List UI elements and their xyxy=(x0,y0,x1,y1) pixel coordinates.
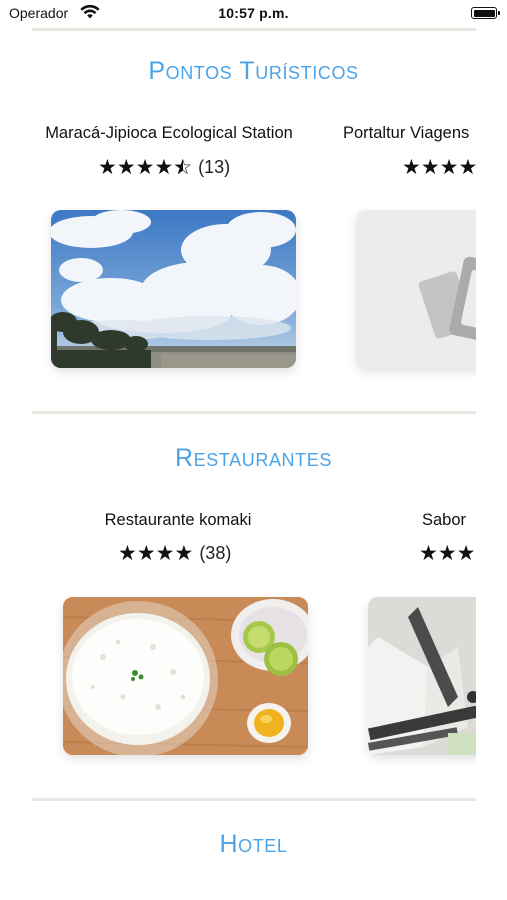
card-title: Restaurante komaki xyxy=(104,511,252,529)
card-title: Portaltur Viagens xyxy=(343,124,470,142)
section-divider xyxy=(32,28,476,31)
rating-count: (38) xyxy=(199,543,232,563)
card-rating: ★★★★ (38) xyxy=(118,541,231,566)
section-title-hotel: Hotel xyxy=(219,830,288,858)
photo-placeholder[interactable] xyxy=(356,210,476,368)
card-title: Sabor xyxy=(422,511,467,529)
card-rating: ★★★★ xyxy=(402,155,476,180)
section-divider xyxy=(32,798,476,801)
card-rating: ★★★ xyxy=(419,541,475,566)
sky-landscape-image xyxy=(51,210,296,368)
status-time: 10:57 p.m. xyxy=(218,5,289,21)
half-star-icon: ☆★ xyxy=(173,156,193,179)
rating-stars: ★★★★ xyxy=(118,542,194,565)
photo-komaki[interactable] xyxy=(63,597,308,755)
carousel-restaurantes[interactable]: Restaurante komaki ★★★★ (38) Sabor ★★★ xyxy=(32,511,476,771)
rating-count: (13) xyxy=(198,157,231,177)
rating-stars: ★★★★☆★ xyxy=(98,156,193,179)
card-rating: ★★★★☆★ (13) xyxy=(98,155,230,180)
status-bar: Operador 10:57 p.m. xyxy=(0,0,507,28)
kitchen-image xyxy=(368,597,476,755)
section-title-pontos: Pontos Turísticos xyxy=(148,57,359,85)
section-divider xyxy=(32,411,476,414)
battery-icon xyxy=(471,7,500,19)
rating-stars: ★★★★ xyxy=(402,156,476,179)
carousel-pontos[interactable]: Maracá-Jipioca Ecological Station ★★★★☆★… xyxy=(32,124,476,384)
section-title-restaurantes: Restaurantes xyxy=(175,444,332,472)
image-placeholder-icon xyxy=(418,256,476,344)
photo-maraca[interactable] xyxy=(51,210,296,368)
photo-sabor[interactable] xyxy=(368,597,476,755)
rating-stars: ★★★ xyxy=(419,542,476,565)
rice-dish-image xyxy=(63,597,308,755)
card-title: Maracá-Jipioca Ecological Station xyxy=(45,124,293,142)
